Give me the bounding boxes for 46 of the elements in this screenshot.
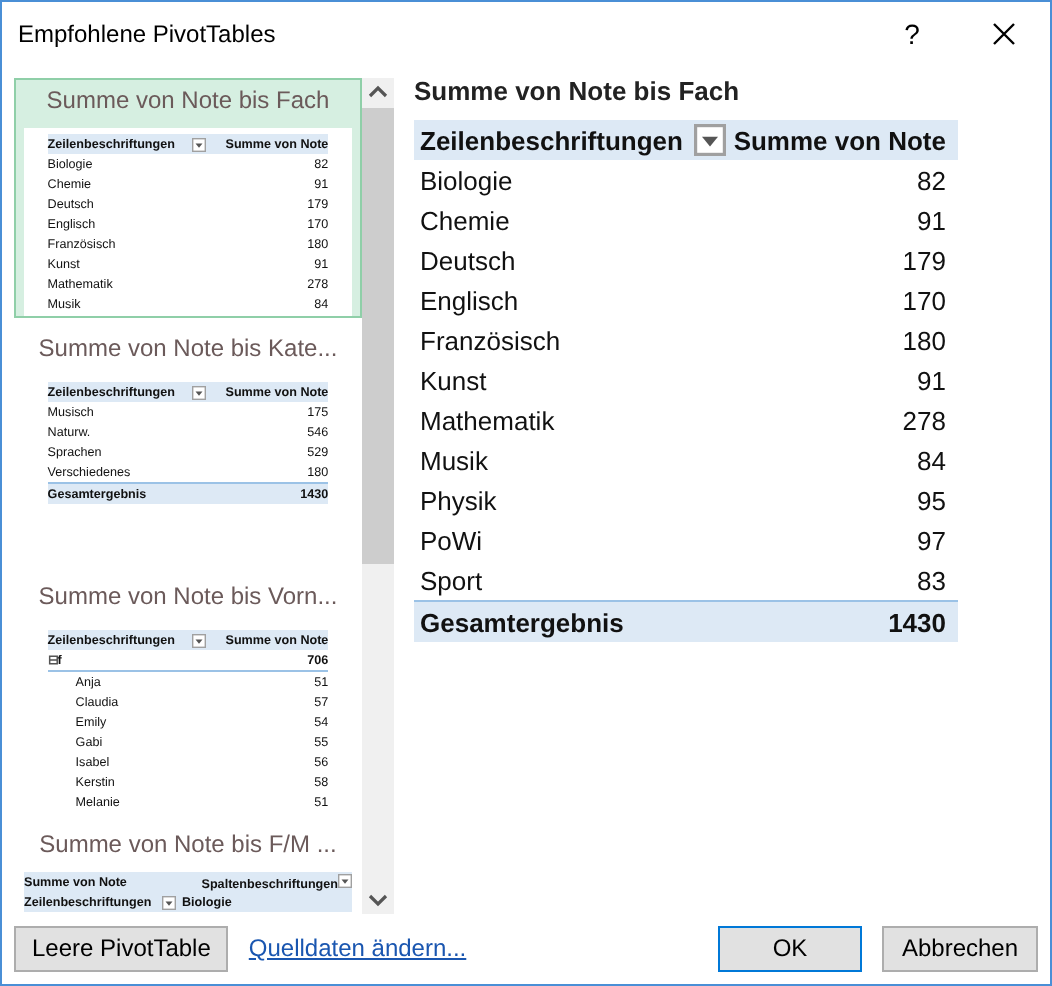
table-cell: Chemie <box>420 205 510 235</box>
table-cell: Mathematik <box>420 405 555 435</box>
help-button[interactable]: ? <box>866 18 958 50</box>
card-title: Summe von Note bis Kate... <box>38 334 338 362</box>
card-title: Summe von Note bis Fach <box>46 86 330 114</box>
preview-title: Summe von Note bis Fach <box>414 76 742 106</box>
table-cell: 170 <box>902 285 946 315</box>
filter-dropdown-button[interactable] <box>192 633 207 647</box>
filter-dropdown-button[interactable] <box>338 873 352 887</box>
source-data-link[interactable]: Quelldaten ändern... <box>248 934 467 962</box>
column-header: Summe von Note <box>733 125 946 155</box>
window-title: Empfohlene PivotTables <box>18 20 278 48</box>
table-cell: 180 <box>902 325 946 355</box>
filter-dropdown-button[interactable] <box>192 385 207 399</box>
table-cell: Englisch <box>420 285 519 315</box>
ok-button[interactable]: OK <box>718 925 862 971</box>
table-cell: Biologie <box>420 165 513 195</box>
table-cell: Gesamtergebnis <box>420 607 624 637</box>
table-cell: Physik <box>420 485 497 515</box>
table-cell: 1430 <box>888 607 946 637</box>
table-cell: 83 <box>917 565 946 595</box>
table-cell: 95 <box>917 485 946 515</box>
table-cell: PoWi <box>420 525 483 555</box>
table-cell: Kunst <box>420 365 487 395</box>
table-cell: 91 <box>917 205 946 235</box>
close-icon[interactable] <box>992 22 1016 46</box>
card-title: Summe von Note bis Vorn... <box>38 582 338 610</box>
table-cell: Musik <box>420 445 488 475</box>
filter-dropdown-button[interactable] <box>162 895 176 909</box>
empty-pivottable-button[interactable]: Leere PivotTable <box>14 925 229 971</box>
filter-dropdown-button[interactable] <box>693 124 726 156</box>
scrollbar-thumb[interactable] <box>362 108 394 564</box>
table-cell: 179 <box>902 245 946 275</box>
cancel-button[interactable]: Abbrechen <box>882 925 1038 971</box>
table-cell: Deutsch <box>420 245 516 275</box>
table-cell: Französisch <box>420 325 561 355</box>
table-cell: 84 <box>917 445 946 475</box>
scrollbar[interactable] <box>362 78 394 914</box>
table-cell: 82 <box>917 165 946 195</box>
card-title: Summe von Note bis F/M ... <box>39 830 337 858</box>
table-cell: 97 <box>917 525 946 555</box>
table-cell: 91 <box>917 365 946 395</box>
column-header: Zeilenbeschriftungen <box>420 125 683 155</box>
table-cell: 278 <box>902 405 946 435</box>
table-cell: Sport <box>420 565 483 595</box>
filter-dropdown-button[interactable] <box>192 137 207 151</box>
